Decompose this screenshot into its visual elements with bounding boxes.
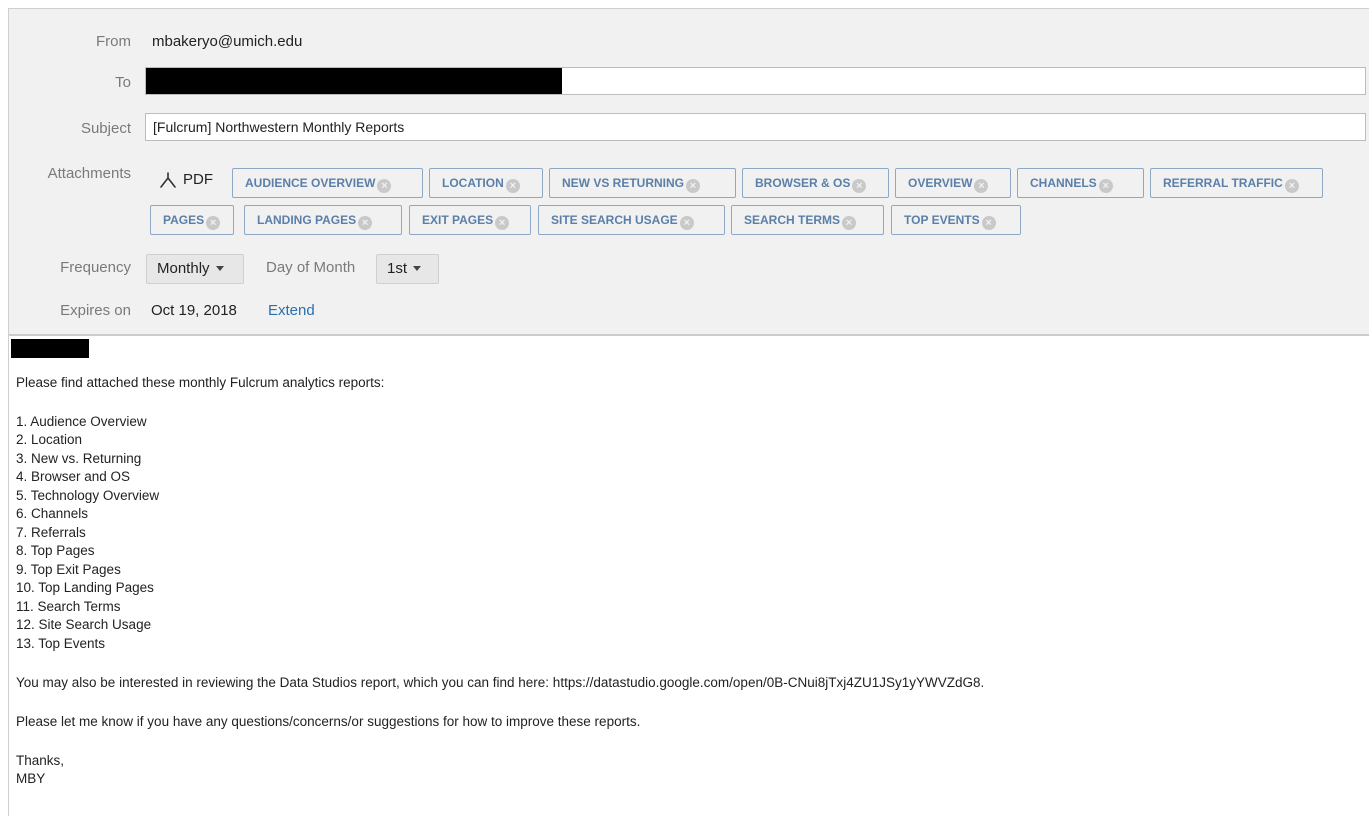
list-item: 5. Technology Overview (16, 488, 160, 503)
attachment-chip-new-vs-returning[interactable]: NEW VS RETURNING × (549, 168, 736, 198)
close-circle-icon[interactable]: × (852, 179, 867, 193)
attachment-chip-search-terms[interactable]: SEARCH TERMS × (731, 205, 884, 235)
close-circle-icon[interactable]: × (505, 179, 520, 193)
list-item: 11. Search Terms (16, 599, 121, 614)
attachment-chip-label: EXIT PAGES (422, 213, 494, 227)
to-field[interactable] (145, 67, 1366, 95)
close-circle-icon[interactable]: × (495, 216, 510, 230)
day-of-month-label: Day of Month (266, 259, 356, 276)
chevron-down-icon (215, 266, 224, 271)
attachment-chip-audience-overview[interactable]: AUDIENCE OVERVIEW × (232, 168, 423, 198)
redacted-recipients (146, 68, 562, 94)
close-circle-icon[interactable]: × (1284, 179, 1299, 193)
close-circle-icon[interactable]: × (842, 216, 857, 230)
list-item: 10. Top Landing Pages (16, 580, 154, 595)
list-item: 6. Channels (16, 506, 89, 521)
list-item: 8. Top Pages (16, 543, 95, 558)
attachment-chip-location[interactable]: LOCATION × (429, 168, 543, 198)
email-body[interactable]: Please find attached these monthly Fulcr… (9, 336, 1369, 817)
attachment-chip-label: LOCATION (442, 176, 504, 190)
pdf-icon (159, 171, 177, 188)
attachment-chip-label: BROWSER & OS (755, 176, 851, 190)
list-item: 12. Site Search Usage (16, 617, 152, 632)
attachment-chip-exit-pages[interactable]: EXIT PAGES × (409, 205, 531, 235)
close-circle-icon[interactable]: × (1098, 179, 1113, 193)
attachment-chip-label: SEARCH TERMS (744, 213, 841, 227)
attachment-chip-label: REFERRAL TRAFFIC (1163, 176, 1283, 190)
frequency-value: Monthly (157, 260, 210, 277)
subject-field[interactable]: [Fulcrum] Northwestern Monthly Reports (145, 113, 1366, 141)
data-studio-text: You may also be interested in reviewing … (16, 675, 985, 690)
attachment-chip-top-events[interactable]: TOP EVENTS × (891, 205, 1021, 235)
close-circle-icon[interactable]: × (377, 179, 392, 193)
chevron-down-icon (413, 266, 422, 271)
list-item: 7. Referrals (16, 525, 86, 540)
day-of-month-select[interactable]: 1st (376, 254, 439, 284)
attachment-chip-overview[interactable]: OVERVIEW × (895, 168, 1011, 198)
attachment-chip-label: TOP EVENTS (904, 213, 980, 227)
frequency-select[interactable]: Monthly (146, 254, 244, 284)
email-header: From mbakeryo@umich.edu To Subject [Fulc… (9, 9, 1369, 336)
attachment-chip-landing-pages[interactable]: LANDING PAGES × (244, 205, 402, 235)
expires-date: Oct 19, 2018 (151, 302, 237, 319)
to-label: To (115, 74, 131, 91)
list-item: 13. Top Events (16, 636, 106, 651)
feedback-text: Please let me know if you have any quest… (16, 714, 641, 729)
list-item: 3. New vs. Returning (16, 451, 142, 466)
attachment-chip-label: AUDIENCE OVERVIEW (245, 176, 376, 190)
attachment-chip-label: NEW VS RETURNING (562, 176, 685, 190)
attachment-chip-label: LANDING PAGES (257, 213, 357, 227)
pdf-format: PDF (159, 171, 213, 188)
attachment-chip-browser-os[interactable]: BROWSER & OS × (742, 168, 889, 198)
from-label: From (96, 33, 131, 50)
closing-text: Thanks, (16, 753, 65, 768)
extend-link[interactable]: Extend (268, 302, 315, 319)
close-circle-icon[interactable]: × (679, 216, 694, 230)
close-circle-icon[interactable]: × (686, 179, 701, 193)
attachments-label: Attachments (47, 165, 131, 182)
close-circle-icon[interactable]: × (206, 216, 221, 230)
list-item: 2. Location (16, 432, 83, 447)
subject-label: Subject (80, 120, 131, 137)
attachment-chip-label: PAGES (163, 213, 205, 227)
attachment-chip-label: SITE SEARCH USAGE (551, 213, 678, 227)
from-value: mbakeryo@umich.edu (152, 33, 303, 50)
pdf-label: PDF (183, 171, 213, 188)
attachment-chip-label: OVERVIEW (908, 176, 973, 190)
intro-text: Please find attached these monthly Fulcr… (16, 375, 385, 390)
list-item: 1. Audience Overview (16, 414, 147, 429)
signature-text: MBY (16, 771, 46, 786)
list-item: 9. Top Exit Pages (16, 562, 121, 577)
attachment-chip-site-search-usage[interactable]: SITE SEARCH USAGE × (538, 205, 725, 235)
close-circle-icon[interactable]: × (981, 216, 996, 230)
frequency-label: Frequency (60, 259, 131, 276)
close-circle-icon[interactable]: × (974, 179, 989, 193)
attachment-chip-referral-traffic[interactable]: REFERRAL TRAFFIC × (1150, 168, 1323, 198)
attachment-chip-pages[interactable]: PAGES × (150, 205, 234, 235)
attachment-chip-label: CHANNELS (1030, 176, 1097, 190)
list-item: 4. Browser and OS (16, 469, 131, 484)
attachment-chip-channels[interactable]: CHANNELS × (1017, 168, 1144, 198)
email-compose-panel: From mbakeryo@umich.edu To Subject [Fulc… (8, 8, 1369, 817)
expires-label: Expires on (60, 302, 131, 319)
redacted-greeting (11, 339, 89, 358)
close-circle-icon[interactable]: × (358, 216, 373, 230)
day-of-month-value: 1st (387, 260, 408, 277)
